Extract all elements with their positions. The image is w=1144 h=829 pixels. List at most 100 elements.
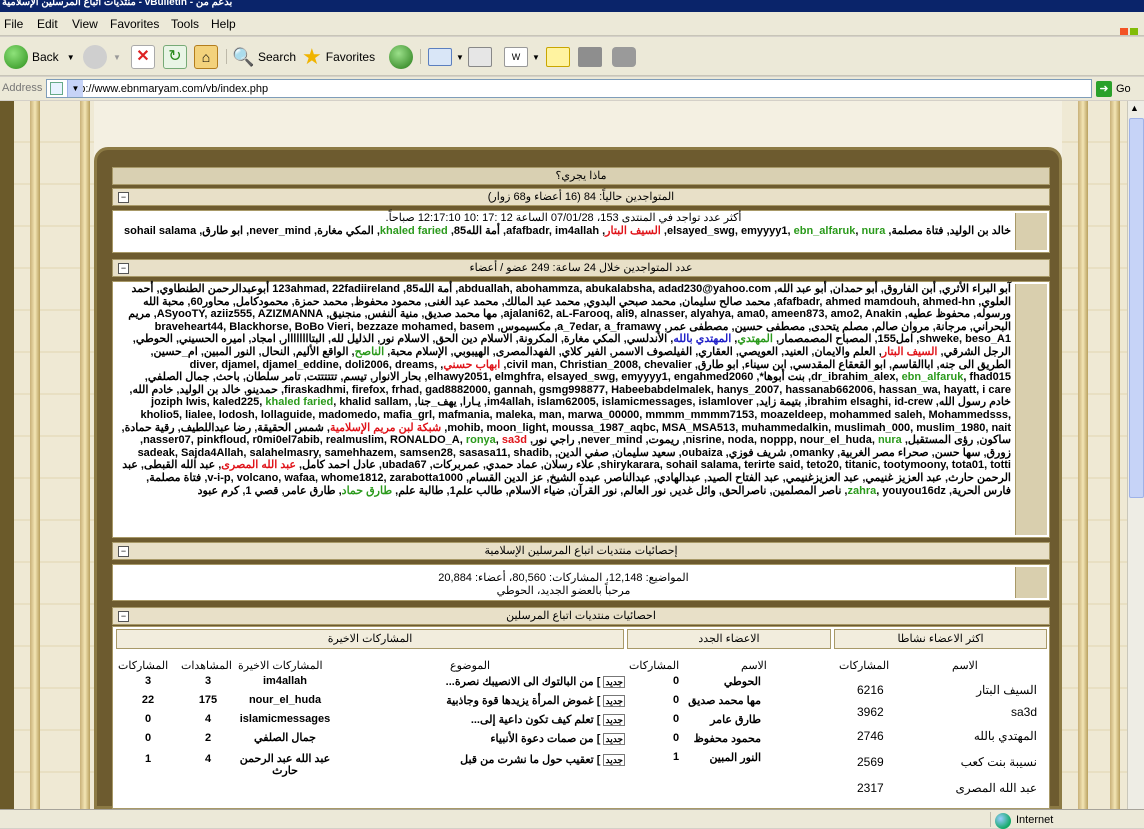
most-active-name[interactable]: السيف البتار (976, 683, 1037, 697)
scrollbar-thumb[interactable] (1129, 118, 1144, 498)
home-button[interactable]: ⌂ (194, 43, 218, 71)
online-users-list[interactable]: خالد بن الوليد, فتاة مصلمة, elsayed_swg,… (116, 225, 1011, 238)
collapse-icon[interactable]: − (118, 611, 129, 622)
search-label: Search (258, 50, 297, 64)
star-icon: ★ (302, 44, 322, 69)
chevron-down-icon[interactable]: ▼ (456, 53, 464, 62)
most-active-name[interactable]: عبد الله المصرى (956, 781, 1038, 795)
chevron-down-icon[interactable]: ▼ (532, 53, 540, 62)
chevron-down-icon[interactable]: ▼ (67, 80, 83, 97)
forward-arrow-icon (83, 45, 107, 69)
status-zone: Internet (1016, 814, 1054, 826)
edit-button[interactable]: W ▼ (504, 43, 540, 71)
stats-icon (1015, 567, 1047, 598)
go-arrow-icon: ➜ (1096, 80, 1112, 97)
most-active-name[interactable]: sa3d (1011, 705, 1037, 719)
discuss-button[interactable] (546, 43, 570, 71)
menu-file[interactable]: File (4, 17, 23, 31)
collapse-icon[interactable]: − (118, 546, 129, 557)
latest-last-poster[interactable]: im4allah (237, 675, 333, 687)
latest-posts: 3 (144, 675, 152, 687)
menu-view[interactable]: View (72, 17, 98, 31)
latest-last-poster[interactable]: islamicmessages (237, 713, 333, 725)
stop-button[interactable]: ✕ (131, 43, 155, 71)
address-input[interactable]: http://www.ebnmaryam.com/vb/index.php ▼ (46, 79, 1092, 98)
ornament-pillar (30, 101, 40, 809)
menu-edit[interactable]: Edit (37, 17, 58, 31)
new-tag: جديد (603, 733, 625, 745)
history-button[interactable] (389, 43, 413, 71)
status-bar: Internet (0, 809, 1144, 829)
latest-topic[interactable]: جديد ] من صمات دعوة الأنبياء (490, 732, 625, 745)
back-button[interactable]: Back ▼ (4, 43, 75, 71)
latest-topic[interactable]: جديد ] من البالتوك الى الانصيبك نصرة... (446, 675, 625, 688)
favorites-button[interactable]: ★ Favorites (302, 43, 375, 71)
forward-button[interactable]: ▼ (83, 43, 121, 71)
print-button[interactable] (468, 43, 492, 71)
messenger-button[interactable] (612, 43, 636, 71)
messenger-icon (612, 47, 636, 67)
back-arrow-icon (4, 45, 28, 69)
latest-views: 2 (204, 732, 212, 744)
latest-topic[interactable]: جديد ] تعقيب حول ما نشرت من قبل (460, 753, 625, 766)
vertical-scrollbar[interactable]: ▲ (1127, 101, 1144, 809)
stats-line1: المواضيع: 12,148، المشاركات: 80,560، أعض… (438, 572, 689, 584)
most-active-name[interactable]: المهتدي بالله (974, 729, 1037, 743)
latest-last-poster[interactable]: nour_el_huda (237, 694, 333, 706)
chevron-down-icon[interactable]: ▼ (67, 53, 75, 62)
latest-col-last: المشاركات الاخيرة (238, 660, 323, 672)
stats-panel-header: − احصائيات منتديات اتباع المرسلين (112, 607, 1050, 625)
latest-last-poster[interactable]: عبد الله عبد الرحمن حارث (237, 753, 333, 777)
research-icon (578, 47, 602, 67)
latest-posts: 0 (144, 713, 152, 725)
ornament-pillar (1078, 101, 1088, 809)
menu-help[interactable]: Help (211, 17, 236, 31)
go-button[interactable]: ➜ Go (1096, 79, 1140, 98)
most-active-col-posts: المشاركات (839, 660, 890, 672)
most-active-posts: 2569 (857, 755, 884, 769)
printer-icon (468, 47, 492, 67)
ornament-pillar (80, 101, 90, 809)
new-member-name[interactable]: الحوطي (724, 675, 761, 688)
stats-panel-title: احصائيات منتديات اتباع المرسلين (506, 610, 656, 622)
forum-stats-header: − إحصائيات منتديات اتباع المرسلين الإسلا… (112, 542, 1050, 560)
menu-favorites[interactable]: Favorites (110, 17, 159, 31)
online-users-title[interactable]: المتواجدين حالياً: 84 (16 أعضاء و68 زوار… (488, 191, 675, 203)
forum-stats-title[interactable]: إحصائيات منتديات اتباع المرسلين الإسلامي… (484, 545, 677, 557)
scroll-up-icon[interactable]: ▲ (1130, 103, 1139, 113)
new-members-title: الاعضاء الجدد (627, 629, 831, 649)
back-label: Back (32, 50, 59, 64)
new-member-name[interactable]: النور المبين (709, 751, 761, 764)
menu-tools[interactable]: Tools (171, 17, 199, 31)
most-active-col-name: الاسم (952, 660, 978, 672)
new-member-name[interactable]: محمود محفوظ (694, 732, 761, 745)
latest-views: 4 (204, 713, 212, 725)
most-active-title: اكثر الاعضاء نشاطا (834, 629, 1047, 649)
collapse-icon[interactable]: − (118, 263, 129, 274)
latest-last-poster[interactable]: جمال الصلفي (237, 732, 333, 744)
page-viewport[interactable]: ماذا يجري؟ − المتواجدين حالياً: 84 (16 أ… (0, 101, 1144, 809)
search-button[interactable]: 🔍 Search (232, 43, 296, 71)
note-icon (546, 47, 570, 67)
new-member-name[interactable]: طارق عامر (710, 713, 761, 726)
home-icon: ⌂ (194, 45, 218, 69)
latest-posts: 22 (141, 694, 155, 706)
page-icon (50, 82, 63, 95)
new-member-name[interactable]: مها محمد صديق (688, 694, 761, 707)
research-button[interactable] (578, 43, 602, 71)
collapse-icon[interactable]: − (118, 192, 129, 203)
favorites-label: Favorites (325, 50, 376, 64)
latest-topic[interactable]: جديد ] تعلم كيف تكون داعية إلى... (471, 713, 625, 726)
most-active-name[interactable]: نسيبة بنت كعب (961, 755, 1037, 769)
most-active-posts: 3962 (857, 705, 884, 719)
users-icon (1015, 213, 1047, 250)
stats-panel-body: المشاركات الاخيرة الاعضاء الجدد اكثر الا… (112, 626, 1050, 809)
new-members-col-name: الاسم (741, 660, 767, 672)
mail-button[interactable]: ▼ (428, 43, 464, 71)
latest-topic[interactable]: جديد ] غموض المرأة يزيدها قوة وجاذبية (446, 694, 625, 707)
address-bar: Address http://www.ebnmaryam.com/vb/inde… (0, 77, 1144, 100)
last24-users-list[interactable]: آبو البراء الأثري, أبن الفاروق, أبو حمدا… (116, 283, 1011, 497)
chevron-down-icon[interactable]: ▼ (113, 53, 121, 62)
last24-title[interactable]: عدد المتواجدين خلال 24 ساعة: 249 عضو / أ… (469, 262, 692, 274)
refresh-button[interactable]: ↻ (163, 43, 187, 71)
